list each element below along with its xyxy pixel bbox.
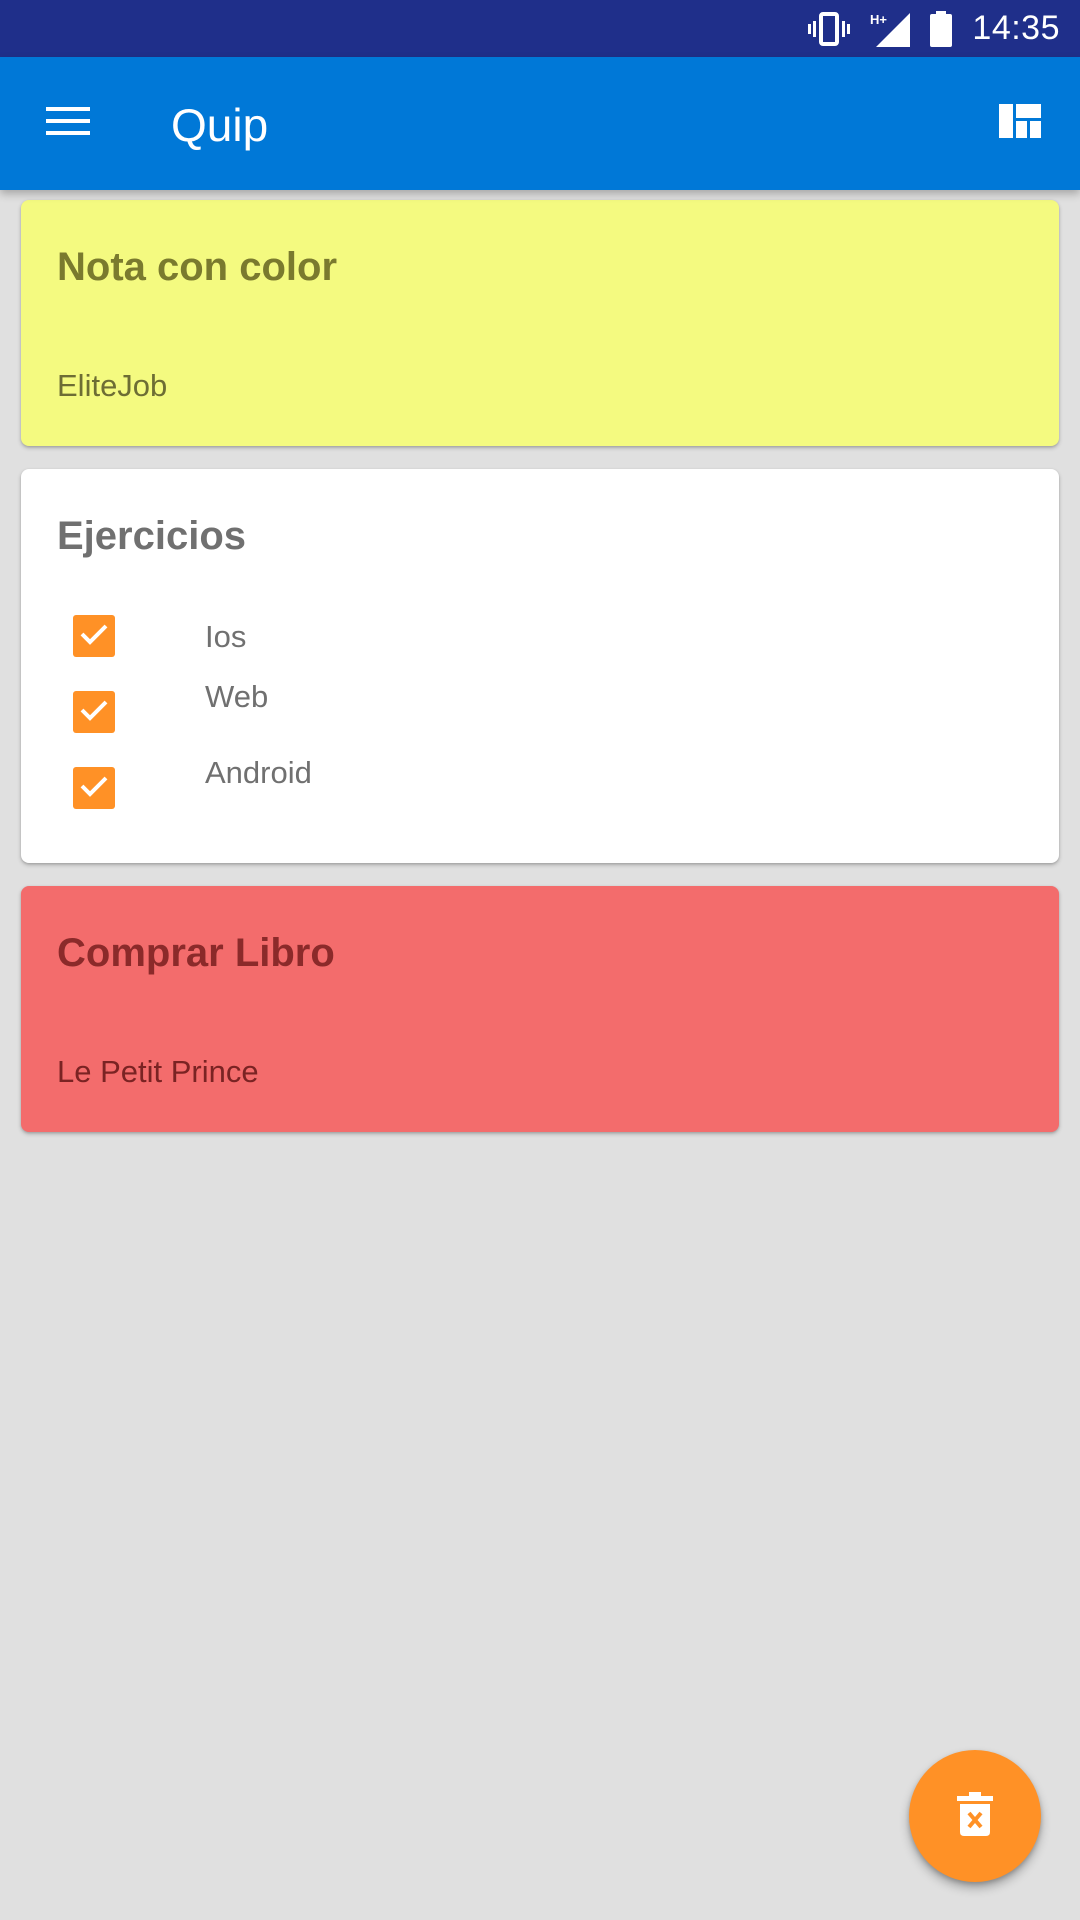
layout-toggle-button[interactable] (990, 93, 1050, 153)
delete-fab-button[interactable] (909, 1750, 1041, 1882)
note-title: Comprar Libro (57, 931, 335, 975)
checkbox[interactable] (73, 691, 115, 733)
delete-icon (957, 1791, 993, 1841)
menu-button[interactable] (38, 93, 98, 153)
checkbox[interactable] (73, 767, 115, 809)
note-body: Le Petit Prince (57, 1054, 259, 1089)
app-bar: Quip (0, 57, 1080, 190)
battery-icon (930, 10, 953, 47)
checklist-item-label: Web (205, 679, 269, 714)
checklist-item-label: Ios (205, 619, 247, 654)
app-title: Quip (171, 99, 269, 151)
checkbox[interactable] (73, 615, 115, 657)
checklist-item-label: Android (205, 755, 312, 790)
layout-toggle-icon (999, 103, 1041, 143)
status-icons: H+ 14:35 (808, 0, 1060, 57)
checklist-item: Web (73, 679, 973, 735)
signal-hplus-icon: H+ (870, 11, 911, 47)
notes-list: Nota con color EliteJob Ejercicios Ios W… (21, 200, 1059, 1155)
note-card[interactable]: Comprar Libro Le Petit Prince (21, 886, 1059, 1132)
checkmark-icon (79, 774, 109, 803)
note-title: Nota con color (57, 245, 338, 289)
note-title: Ejercicios (57, 514, 247, 558)
checklist-item: Ios (73, 615, 973, 659)
note-card[interactable]: Nota con color EliteJob (21, 200, 1059, 446)
network-type-label: H+ (870, 12, 887, 27)
status-bar: H+ 14:35 (0, 0, 1080, 57)
menu-icon (46, 105, 90, 142)
checkmark-icon (79, 698, 109, 727)
note-body: EliteJob (57, 368, 168, 403)
note-card-checklist[interactable]: Ejercicios Ios Web Android (21, 469, 1059, 863)
status-time: 14:35 (972, 9, 1060, 47)
vibrate-icon (808, 11, 851, 46)
checkmark-icon (79, 622, 109, 651)
checklist-item: Android (73, 755, 973, 811)
